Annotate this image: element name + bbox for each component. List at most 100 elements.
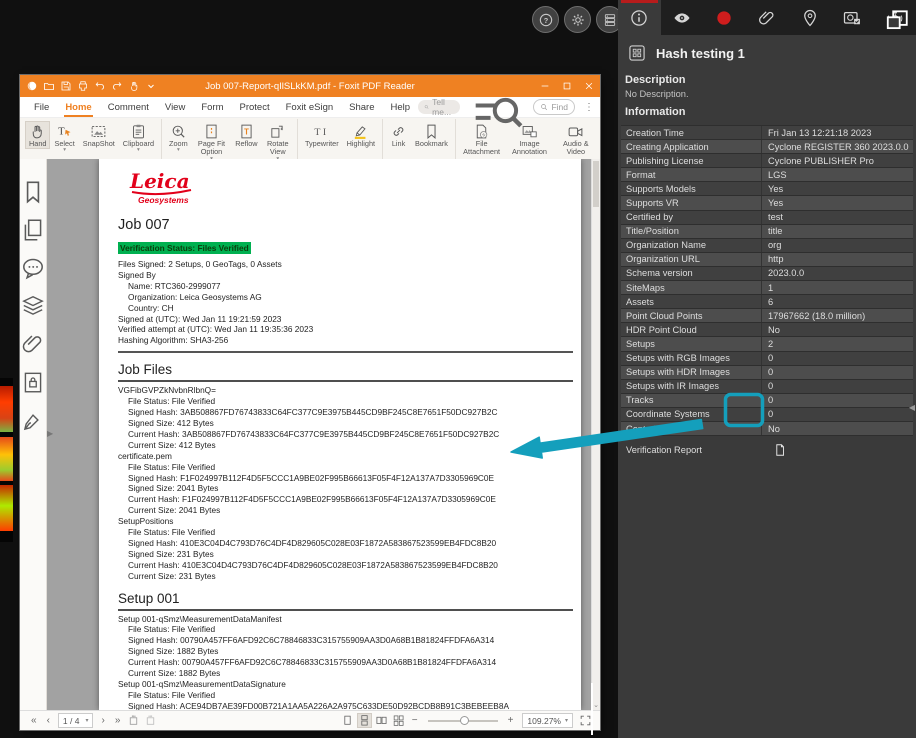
ribbon-snapshot-button[interactable]: SnapShot (79, 121, 119, 149)
foxit-logo-icon (26, 80, 38, 92)
tell-me-search[interactable]: Tell me... (418, 97, 460, 117)
ribbon-select-button[interactable]: T Select ▾ (50, 121, 78, 153)
menu-item-home[interactable]: Home (57, 97, 99, 117)
tab-locations[interactable] (788, 0, 831, 35)
layout-quad-icon (392, 714, 405, 727)
scroll-down-arrow[interactable]: ⌄ (592, 701, 600, 709)
page-number-box[interactable]: 1 / 4 ▾ (57, 713, 94, 728)
ribbon-button-label: Image Annotation (512, 139, 547, 157)
undo-icon (94, 80, 106, 92)
info-row-label: Setups (626, 338, 655, 349)
nav-bookmark-button[interactable] (20, 179, 46, 205)
information-table: Creation Time Fri Jan 13 12:21:18 2023 Cre… (621, 125, 913, 464)
layout-single-button[interactable] (341, 714, 354, 727)
pdf-file-detail: Current Size: 2041 Bytes (128, 505, 221, 516)
ribbon-audio-video-button[interactable]: Audio & Video (555, 121, 597, 158)
menu-item-share[interactable]: Share (341, 97, 382, 117)
ribbon-rotate-view-button[interactable]: Rotate View▾ (262, 121, 294, 162)
zoom-level-box[interactable]: 109.27% ▾ (522, 713, 573, 728)
prev-page-button[interactable]: ‹ (42, 715, 55, 726)
ribbon-link-button[interactable]: Link (386, 121, 411, 149)
nav-pages-button[interactable] (20, 217, 46, 243)
last-page-button[interactable]: » (110, 715, 126, 726)
hand-icon (29, 123, 46, 140)
more-options-icon[interactable]: ⋮ (582, 102, 596, 113)
layout-quad-button[interactable] (392, 714, 405, 727)
ribbon-button-label: Page Fit Option (197, 139, 226, 157)
ribbon-page-fit-option-button[interactable]: Page Fit Option▾ (192, 121, 232, 162)
next-page-button[interactable]: › (96, 715, 109, 726)
close-button[interactable] (578, 75, 600, 97)
help-button[interactable]: ? (532, 6, 559, 33)
settings-button[interactable] (564, 6, 591, 33)
maximize-button[interactable] (556, 75, 578, 97)
ribbon-file-attachment-button[interactable]: File Attachment (459, 121, 504, 158)
menu-item-protect[interactable]: Protect (232, 97, 278, 117)
collapse-panel-arrow[interactable]: ◀ (909, 403, 915, 412)
rotate-page-buttons (125, 714, 159, 727)
info-row: Setups with HDR Images 0 (621, 365, 913, 380)
info-row-value-text: Yes (768, 183, 784, 194)
ribbon-hand-button[interactable]: Hand (25, 121, 51, 150)
menu-item-comment[interactable]: Comment (100, 97, 157, 117)
tab-record[interactable] (703, 0, 746, 35)
ribbon-zoom-button[interactable]: Zoom ▾ (165, 121, 192, 153)
nav-secure-button[interactable] (20, 369, 46, 395)
highlight-icon (352, 123, 369, 140)
ribbon-typewriter-button[interactable]: T I Typewriter (301, 121, 343, 149)
expand-panel-arrow[interactable]: ▶ (47, 429, 53, 438)
layout-continuous-button[interactable] (356, 713, 372, 728)
compare-windows-icon[interactable] (884, 7, 910, 33)
menu-item-form[interactable]: Form (193, 97, 231, 117)
tab-info[interactable] (618, 0, 661, 35)
rotate-page-left-button[interactable] (127, 714, 140, 727)
tab-screenshot[interactable] (831, 0, 874, 35)
pdf-file-detail: File Status: File Verified (128, 527, 216, 538)
rotate-page-right-button[interactable] (144, 714, 157, 727)
nav-comment-button[interactable] (20, 255, 46, 281)
pdf-file-entry: Setup 001-qSmz\MeasurementDataManifest Fi… (118, 614, 573, 679)
first-page-button[interactable]: « (26, 715, 42, 726)
pdf-section-heading: Job Files (118, 362, 573, 383)
select-icon: T (56, 123, 73, 140)
zoom-in-button[interactable]: + (503, 715, 519, 726)
menu-item-help[interactable]: Help (383, 97, 419, 117)
ribbon-image-annotation-button[interactable]: Image Annotation (504, 121, 554, 158)
info-row-label: Supports VR (626, 198, 679, 209)
leica-logo-subtext: Geosystems (138, 195, 189, 205)
info-row: Point Cloud Points 17967662 (18.0 million… (621, 309, 913, 324)
nav-layers-button[interactable] (20, 293, 46, 319)
tab-attachments[interactable] (746, 0, 789, 35)
scrollbar-thumb[interactable] (593, 161, 599, 207)
info-row-value: LGS (761, 168, 913, 182)
minimize-button[interactable] (534, 75, 556, 97)
ribbon-bookmark-button[interactable]: Bookmark (411, 121, 452, 149)
info-row-label: Title/Position (626, 226, 679, 237)
tab-visibility[interactable] (661, 0, 704, 35)
zoom-slider[interactable] (427, 715, 498, 725)
menu-item-file[interactable]: File (26, 97, 57, 117)
layout-facing-button[interactable] (375, 714, 388, 727)
zoom-slider-knob[interactable] (459, 715, 469, 725)
panel-title: Hash testing 1 (656, 45, 745, 61)
nav-signature-button[interactable] (20, 407, 46, 433)
image-annotation-icon (521, 123, 538, 140)
find-input[interactable]: Find (533, 99, 575, 115)
title-bar[interactable]: Job 007-Report-qIlSLkKM.pdf - Foxit PDF … (20, 75, 600, 97)
ribbon-highlight-button[interactable]: Highlight (343, 121, 379, 149)
save-icon (60, 80, 72, 92)
zoom-out-button[interactable]: − (407, 715, 423, 726)
menu-item-foxit-esign[interactable]: Foxit eSign (278, 97, 342, 117)
info-row-label: SiteMaps (626, 282, 665, 293)
statusbar-right: − + 109.27% ▾ (339, 713, 594, 728)
document-area[interactable]: Leica Geosystems Job 007 Verification St… (47, 159, 600, 710)
ribbon-clipboard-button[interactable]: Clipboard ▾ (119, 121, 158, 153)
info-row-value[interactable] (761, 436, 913, 463)
nav-paperclip-button[interactable] (20, 331, 46, 357)
lp-pages-icon (20, 217, 46, 243)
menu-item-view[interactable]: View (157, 97, 193, 117)
info-row-label: Control (626, 423, 656, 434)
vertical-scrollbar[interactable]: ⌄ (591, 159, 600, 710)
ribbon-reflow-button[interactable]: T Reflow (231, 121, 261, 149)
info-row-label: Point Cloud Points (626, 310, 703, 321)
